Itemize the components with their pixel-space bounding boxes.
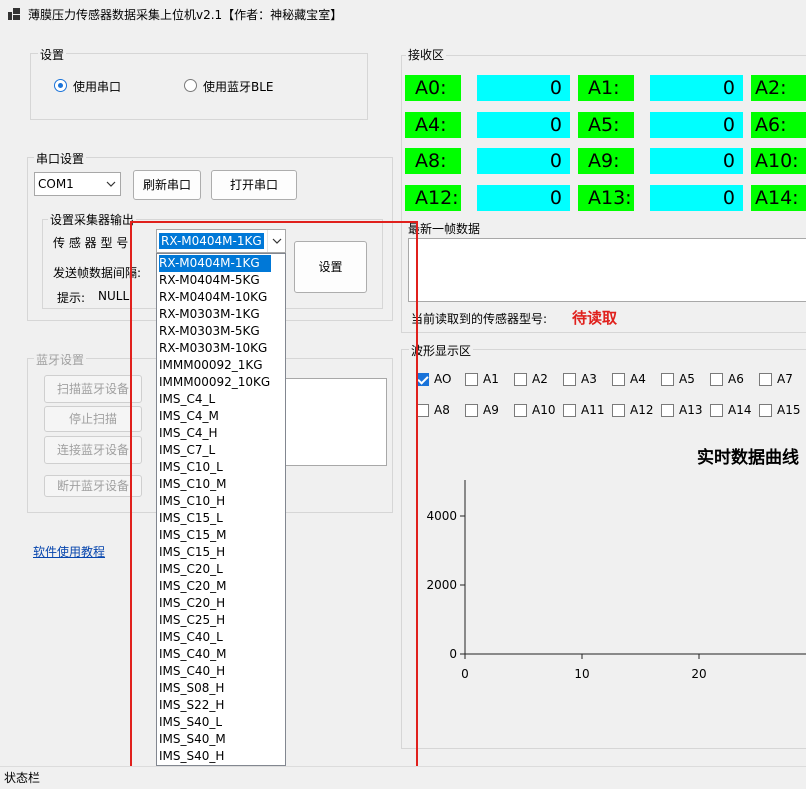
channel-checkbox[interactable]: [612, 373, 625, 386]
channel-value: 0: [477, 75, 570, 101]
channel-checkbox[interactable]: [465, 373, 478, 386]
latest-frame-box: [408, 238, 806, 302]
channel-checkbox[interactable]: [612, 404, 625, 417]
com-port-value: COM1: [38, 177, 74, 191]
window-title: 薄膜压力传感器数据采集上位机v2.1【作者：神秘藏宝室】: [28, 8, 343, 22]
chart-title: 实时数据曲线: [697, 448, 799, 468]
channel-value: 0: [477, 112, 570, 138]
disconnect-bluetooth-button[interactable]: 断开蓝牙设备: [44, 475, 142, 497]
latest-frame-label: 最新一帧数据: [408, 222, 481, 236]
channel-checkbox-label: A2: [532, 372, 548, 386]
channel-checkbox[interactable]: [661, 404, 674, 417]
channel-checkbox-label: A7: [777, 372, 793, 386]
channel-label: A2:: [751, 75, 806, 101]
channel-checkbox-label: A6: [728, 372, 744, 386]
app-icon: [8, 8, 20, 20]
channel-value: 0: [650, 185, 743, 211]
waveform-group-label: 波形显示区: [409, 342, 474, 359]
channel-checkbox[interactable]: [661, 373, 674, 386]
radio-ble-label: 使用蓝牙BLE: [203, 80, 274, 94]
interval-label: 发送帧数据间隔:: [53, 266, 142, 280]
channel-checkbox-label: A10: [532, 403, 556, 417]
channel-label: A9:: [578, 148, 634, 174]
channel-checkbox[interactable]: [710, 373, 723, 386]
channel-checkbox-label: A12: [630, 403, 654, 417]
hint-label: 提示:: [57, 291, 86, 305]
y-tick-label: 4000: [426, 509, 457, 523]
x-tick-label: 10: [574, 667, 589, 681]
sensor-model-read-label: 当前读取到的传感器型号:: [411, 312, 548, 326]
channel-label: A4:: [405, 112, 461, 138]
status-bar: 状态栏: [0, 766, 806, 789]
radio-serial[interactable]: [54, 79, 67, 92]
channel-label: A1:: [578, 75, 634, 101]
channel-checkbox[interactable]: [563, 404, 576, 417]
channel-value: 0: [650, 112, 743, 138]
hint-value: NULL: [98, 289, 130, 303]
stop-scan-button[interactable]: 停止扫描: [44, 406, 142, 432]
refresh-port-button[interactable]: 刷新串口: [133, 170, 201, 200]
channel-value: 0: [650, 148, 743, 174]
scan-bluetooth-button[interactable]: 扫描蓝牙设备: [44, 375, 142, 403]
serial-group-label: 串口设置: [34, 150, 87, 167]
channel-label: A13:: [578, 185, 634, 211]
channel-checkbox[interactable]: [514, 404, 527, 417]
x-tick-label: 20: [691, 667, 706, 681]
channel-checkbox-label: A4: [630, 372, 646, 386]
channel-label: A0:: [405, 75, 461, 101]
collector-group-label: 设置采集器输出: [48, 211, 137, 228]
channel-value: 0: [477, 185, 570, 211]
channel-label: A6:: [751, 112, 806, 138]
settings-group-label: 设置: [38, 46, 67, 63]
channel-checkbox-label: A15: [777, 403, 801, 417]
chevron-down-icon: [102, 173, 120, 195]
sensor-model-label: 传 感 器 型 号: [53, 236, 129, 250]
x-tick-label: 0: [461, 667, 469, 681]
radio-serial-label: 使用串口: [73, 80, 122, 94]
channel-checkbox-label: A9: [483, 403, 499, 417]
channel-value: 0: [477, 148, 570, 174]
channel-checkbox-label: A14: [728, 403, 752, 417]
status-text: 状态栏: [4, 771, 41, 785]
channel-value: 0: [650, 75, 743, 101]
tutorial-link[interactable]: 软件使用教程: [33, 543, 105, 560]
channel-label: A8:: [405, 148, 461, 174]
channel-checkbox[interactable]: [710, 404, 723, 417]
open-port-button[interactable]: 打开串口: [211, 170, 297, 200]
channel-checkbox-label: A8: [434, 403, 450, 417]
bluetooth-group-label: 蓝牙设置: [34, 351, 87, 368]
channel-checkbox-label: A1: [483, 372, 499, 386]
channel-checkbox[interactable]: [563, 373, 576, 386]
channel-label: A12:: [405, 185, 461, 211]
com-port-select[interactable]: COM1: [34, 172, 121, 196]
channel-checkbox-label: A5: [679, 372, 695, 386]
channel-label: A5:: [578, 112, 634, 138]
title-bar: 薄膜压力传感器数据采集上位机v2.1【作者：神秘藏宝室】: [0, 0, 806, 28]
sensor-model-read-value: 待读取: [572, 309, 618, 327]
highlight-box: [130, 221, 418, 776]
channel-checkbox[interactable]: [759, 373, 772, 386]
channel-checkbox[interactable]: [514, 373, 527, 386]
connect-bluetooth-button[interactable]: 连接蓝牙设备: [44, 436, 142, 464]
receive-group-label: 接收区: [406, 46, 447, 63]
channel-checkbox-label: A13: [679, 403, 703, 417]
channel-checkbox-label: A11: [581, 403, 605, 417]
channel-label: A14:: [751, 185, 806, 211]
y-tick-label: 2000: [426, 578, 457, 592]
realtime-chart: 0 2000 4000 0 10 20: [426, 480, 806, 681]
channel-checkbox[interactable]: [759, 404, 772, 417]
channel-checkbox[interactable]: [465, 404, 478, 417]
channel-checkbox-label: A3: [581, 372, 597, 386]
channel-label: A10:: [751, 148, 806, 174]
channel-checkbox-label: AO: [434, 372, 452, 386]
y-tick-label: 0: [449, 647, 457, 661]
radio-ble[interactable]: [184, 79, 197, 92]
